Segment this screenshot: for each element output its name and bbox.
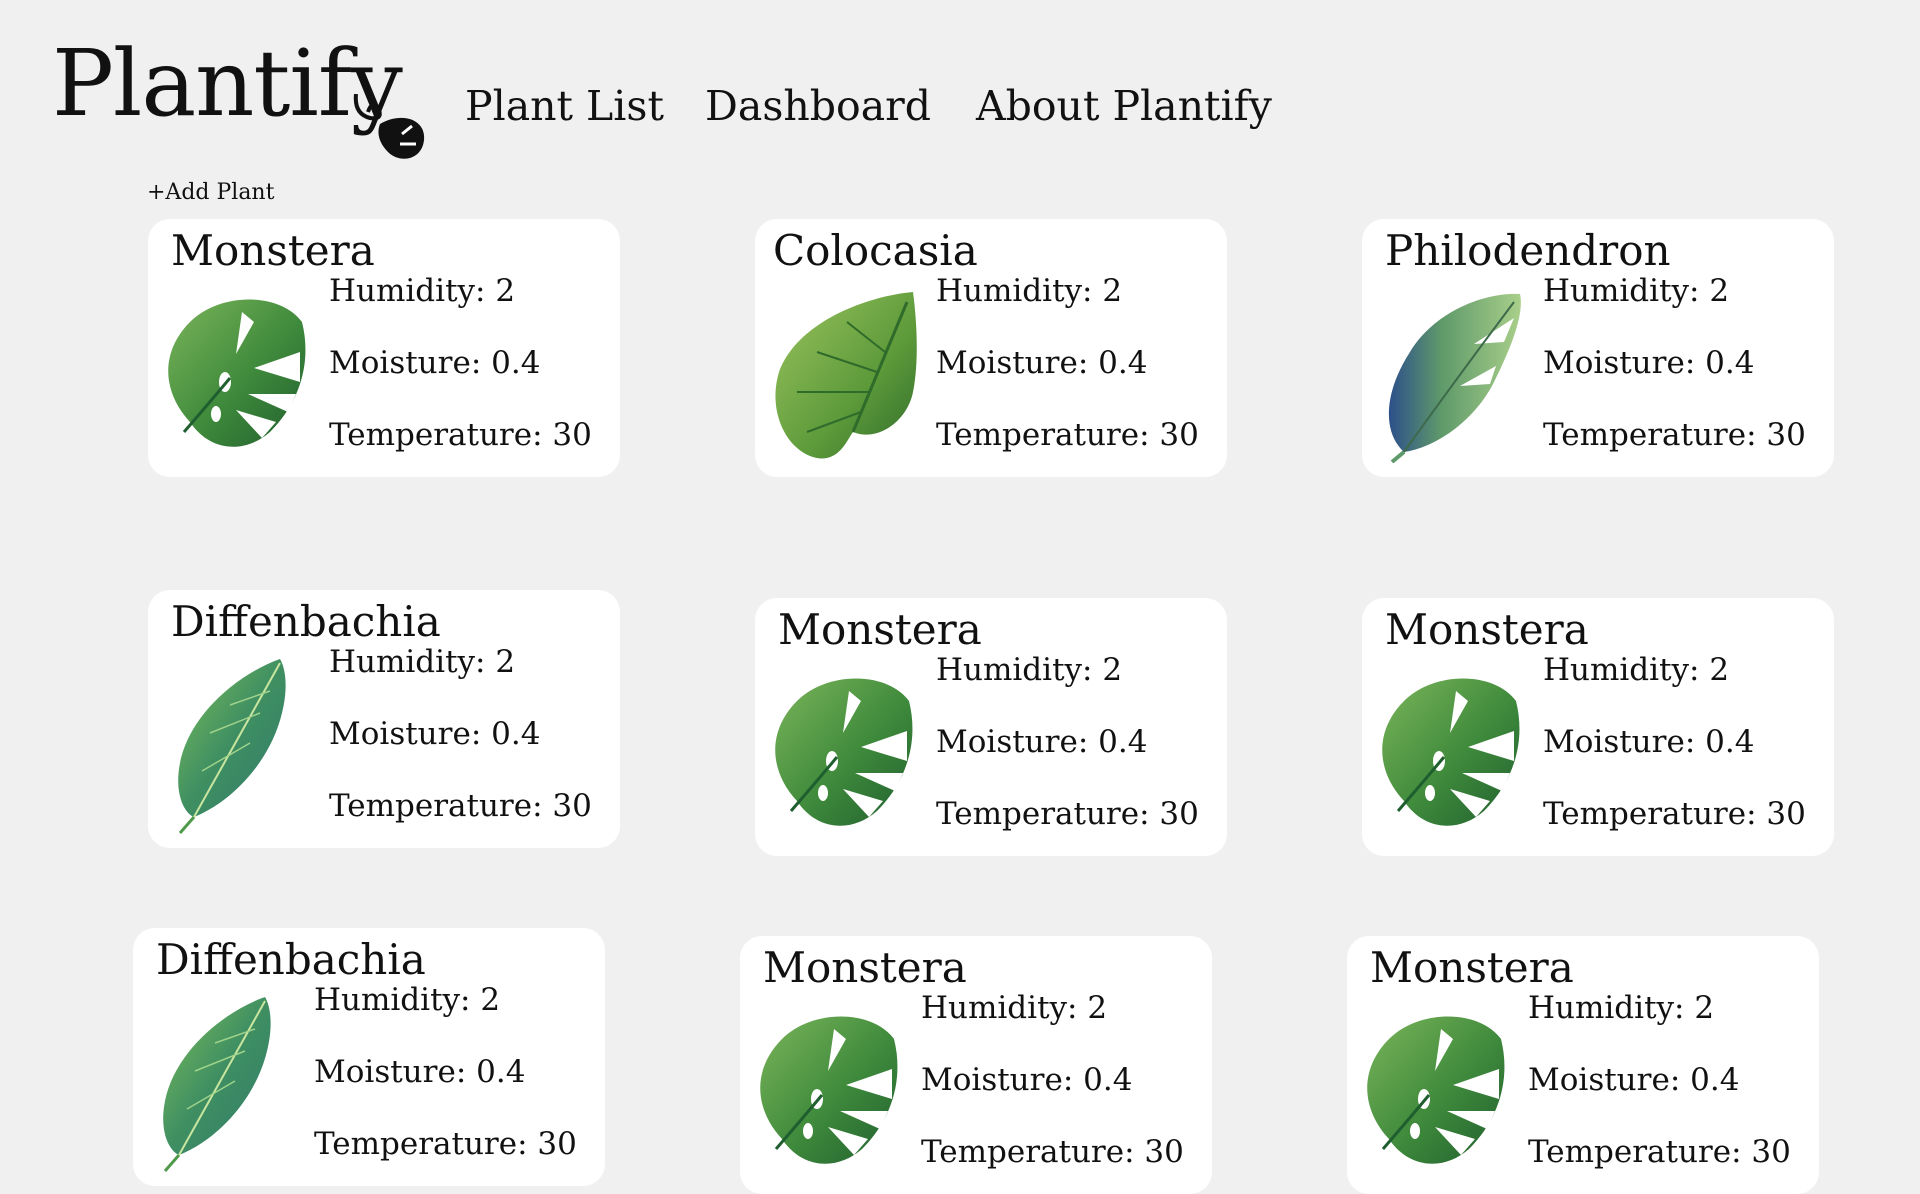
diffenbachia-leaf-icon [150,652,310,834]
temperature-value: Temperature: 30 [1528,1134,1791,1170]
colocasia-leaf-icon [757,281,917,463]
monstera-leaf-icon [757,660,917,842]
humidity-value: Humidity: 2 [936,652,1123,688]
add-plant-button[interactable]: +Add Plant [147,178,274,208]
temperature-value: Temperature: 30 [329,417,592,453]
humidity-value: Humidity: 2 [936,273,1123,309]
plant-card[interactable]: Monstera Humidity: 2 Moisture: 0.4 Tempe… [148,219,620,477]
temperature-value: Temperature: 30 [1543,417,1806,453]
temperature-value: Temperature: 30 [936,796,1199,832]
plant-card[interactable]: Monstera Humidity: 2 Moisture: 0.4 Tempe… [755,598,1227,856]
nav-dashboard[interactable]: Dashboard [705,78,931,134]
humidity-value: Humidity: 2 [1543,652,1730,688]
top-header: Plantify Plant List Dashboard About Plan… [0,0,1920,180]
plant-card[interactable]: Philodendron Humidity: 2 Moisture: 0.4 T… [1362,219,1834,477]
humidity-value: Humidity: 2 [1543,273,1730,309]
temperature-value: Temperature: 30 [921,1134,1184,1170]
plant-card[interactable]: Diffenbachia Humidity: 2 Moisture: 0.4 T… [148,590,620,848]
moisture-value: Moisture: 0.4 [1528,1062,1740,1098]
humidity-value: Humidity: 2 [314,982,501,1018]
temperature-value: Temperature: 30 [936,417,1199,453]
humidity-value: Humidity: 2 [329,644,516,680]
moisture-value: Moisture: 0.4 [1543,724,1755,760]
plant-card[interactable]: Colocasia Humidity: 2 Moisture: 0.4 Temp… [755,219,1227,477]
moisture-value: Moisture: 0.4 [314,1054,526,1090]
diffenbachia-leaf-icon [135,990,295,1172]
moisture-value: Moisture: 0.4 [936,724,1148,760]
moisture-value: Moisture: 0.4 [329,345,541,381]
plant-card[interactable]: Monstera Humidity: 2 Moisture: 0.4 Tempe… [1347,936,1819,1194]
vine-leaf-icon [353,94,425,159]
plant-card[interactable]: Monstera Humidity: 2 Moisture: 0.4 Tempe… [1362,598,1834,856]
humidity-value: Humidity: 2 [1528,990,1715,1026]
temperature-value: Temperature: 30 [314,1126,577,1162]
monstera-leaf-icon [150,281,310,463]
monstera-leaf-icon [742,998,902,1180]
plant-card[interactable]: Diffenbachia Humidity: 2 Moisture: 0.4 T… [133,928,605,1186]
plant-card[interactable]: Monstera Humidity: 2 Moisture: 0.4 Tempe… [740,936,1212,1194]
temperature-value: Temperature: 30 [329,788,592,824]
nav-about-plantify[interactable]: About Plantify [976,78,1272,134]
moisture-value: Moisture: 0.4 [921,1062,1133,1098]
humidity-value: Humidity: 2 [921,990,1108,1026]
monstera-leaf-icon [1364,660,1524,842]
moisture-value: Moisture: 0.4 [1543,345,1755,381]
nav-plant-list[interactable]: Plant List [465,78,664,134]
moisture-value: Moisture: 0.4 [329,716,541,752]
humidity-value: Humidity: 2 [329,273,516,309]
philodendron-leaf-icon [1364,281,1524,463]
monstera-leaf-icon [1349,998,1509,1180]
moisture-value: Moisture: 0.4 [936,345,1148,381]
temperature-value: Temperature: 30 [1543,796,1806,832]
